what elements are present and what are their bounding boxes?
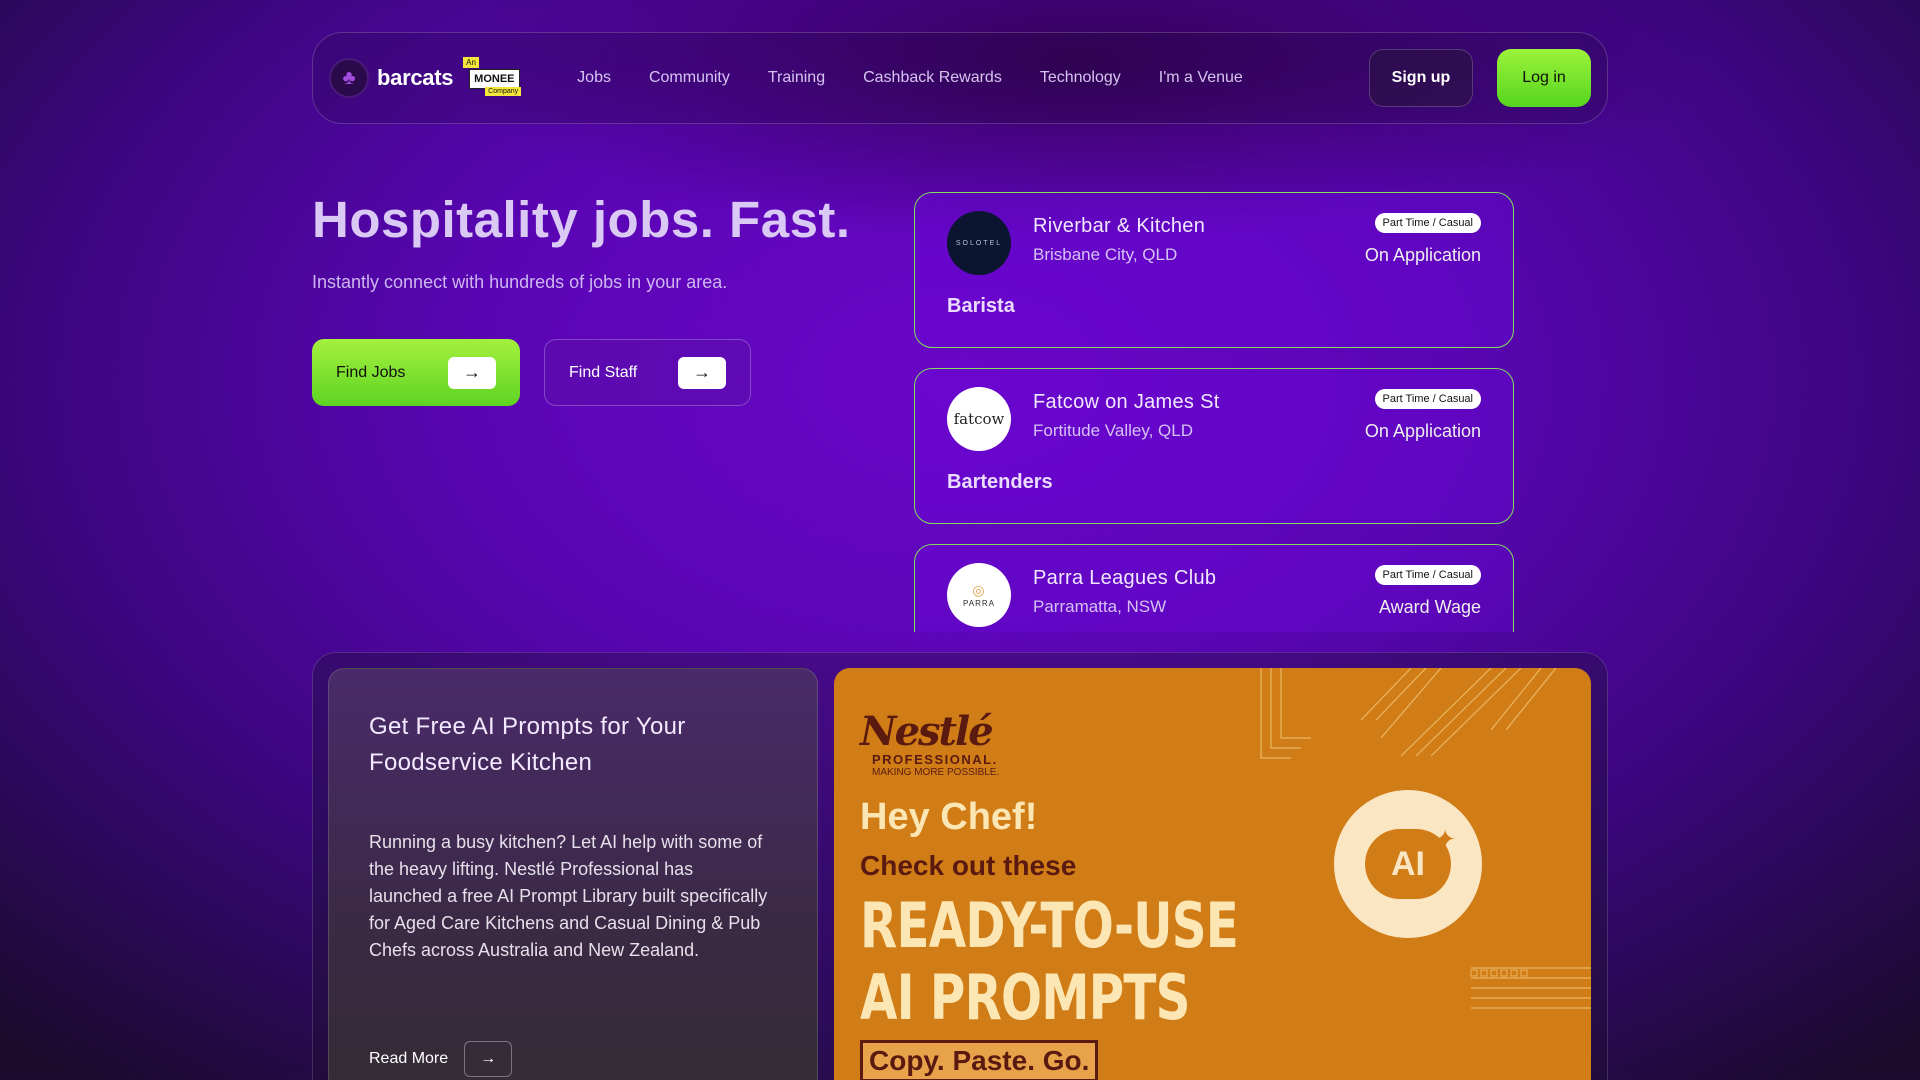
nav-jobs[interactable]: Jobs xyxy=(577,69,611,87)
job-card[interactable]: fatcow Fatcow on James St Fortitude Vall… xyxy=(914,368,1514,524)
job-type-badge: Part Time / Casual xyxy=(1374,213,1481,233)
read-more-link[interactable]: Read More → xyxy=(369,1041,513,1077)
badge-company: Company xyxy=(485,87,522,96)
venue-name: Parra Leagues Club xyxy=(1033,567,1217,589)
nav-training[interactable]: Training xyxy=(768,69,825,87)
nav-cashback-rewards[interactable]: Cashback Rewards xyxy=(863,69,1002,87)
feature-body: Running a busy kitchen? Let AI help with… xyxy=(369,832,768,960)
feature-card: Get Free AI Prompts for Your Foodservice… xyxy=(328,668,818,1080)
brand-name[interactable]: barcats xyxy=(377,65,453,91)
venue-name: Fatcow on James St xyxy=(1033,391,1220,413)
job-type-badge: Part Time / Casual xyxy=(1374,389,1481,409)
find-jobs-button[interactable]: Find Jobs → xyxy=(312,339,520,406)
nav-technology[interactable]: Technology xyxy=(1040,69,1121,87)
job-pay: Award Wage xyxy=(1378,597,1481,617)
feature-title: Get Free AI Prompts for Your Foodservice… xyxy=(369,713,686,776)
job-pay: On Application xyxy=(1364,245,1481,265)
nav-venue[interactable]: I'm a Venue xyxy=(1159,69,1243,87)
job-role: Barista xyxy=(947,295,1015,317)
venue-name: Riverbar & Kitchen xyxy=(1033,215,1206,237)
arrow-right-icon: → xyxy=(448,356,496,389)
venue-logo: fatcow xyxy=(947,387,1011,451)
job-pay: On Application xyxy=(1364,421,1481,441)
job-card[interactable]: ◎ PARRA Parra Leagues Club Parramatta, NS… xyxy=(914,544,1514,632)
main-menu: Jobs Community Training Cashback Rewards… xyxy=(577,69,1243,87)
job-list: SOLOTEL Riverbar & Kitchen Brisbane City… xyxy=(914,192,1516,632)
banner-subheading: Check out these xyxy=(860,850,1077,881)
find-staff-button[interactable]: Find Staff → xyxy=(544,339,751,406)
nav-community[interactable]: Community xyxy=(649,69,730,87)
read-more-label: Read More xyxy=(369,1050,449,1067)
banner-tagline: Copy. Paste. Go. xyxy=(860,1040,1099,1080)
banner-headline: READY-TO-USE AI PROMPTS xyxy=(860,889,1239,1034)
signup-button[interactable]: Sign up xyxy=(1369,49,1473,107)
nestle-logo: Nestlé PROFESSIONAL. MAKING MORE POSSIBL… xyxy=(860,708,1000,779)
venue-location: Fortitude Valley, QLD xyxy=(1033,421,1193,440)
barcats-logo-icon[interactable]: ♣ xyxy=(329,58,369,98)
venue-location: Parramatta, NSW xyxy=(1033,597,1167,616)
job-type-badge: Part Time / Casual xyxy=(1374,565,1481,585)
job-card[interactable]: SOLOTEL Riverbar & Kitchen Brisbane City… xyxy=(914,192,1514,348)
job-role: Bartenders xyxy=(947,471,1053,493)
login-button[interactable]: Log in xyxy=(1497,49,1591,107)
venue-logo: ◎ PARRA xyxy=(947,563,1011,627)
venue-logo: SOLOTEL xyxy=(947,211,1011,275)
ai-chef-hat-icon: AI ✦ xyxy=(1334,790,1482,938)
arrow-right-icon: → xyxy=(678,356,726,389)
arrow-right-icon: → xyxy=(464,1041,513,1077)
hero-subtitle: Instantly connect with hundreds of jobs … xyxy=(312,272,728,292)
find-jobs-label: Find Jobs xyxy=(336,363,406,381)
nestle-ad-banner[interactable]: Nestlé PROFESSIONAL. MAKING MORE POSSIBL… xyxy=(834,668,1591,1080)
badge-an: An xyxy=(463,57,479,68)
venue-location: Brisbane City, QLD xyxy=(1033,245,1178,264)
banner-greeting: Hey Chef! xyxy=(860,796,1038,838)
monee-company-badge: An MONEE Company xyxy=(463,57,529,99)
hero-title: Hospitality jobs. Fast. xyxy=(312,191,851,248)
top-navbar: ♣ barcats An MONEE Company Jobs Communit… xyxy=(312,32,1608,124)
badge-name: MONEE xyxy=(469,69,520,89)
find-staff-label: Find Staff xyxy=(569,363,638,381)
